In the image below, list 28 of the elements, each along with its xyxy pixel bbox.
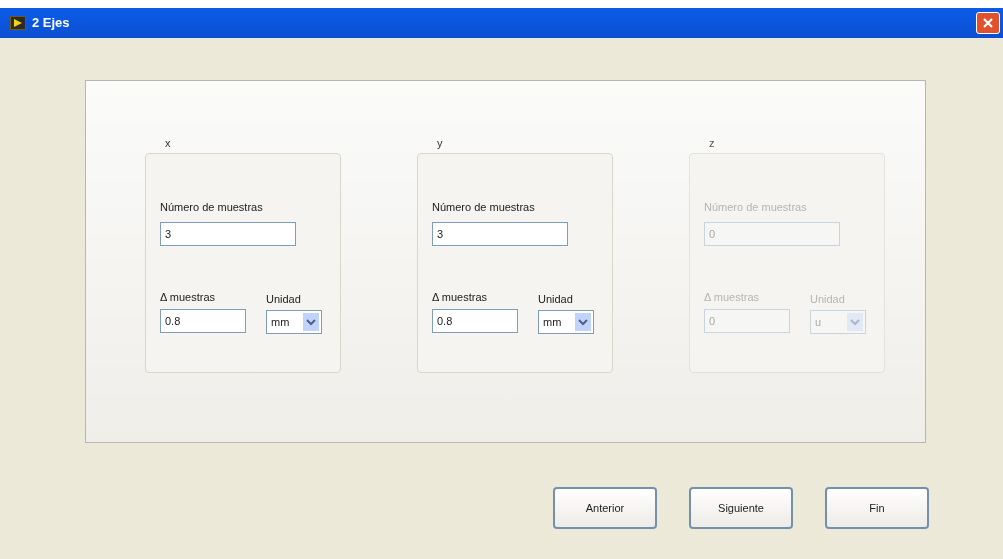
- field-label: Δ muestras: [704, 290, 761, 304]
- nav-button[interactable]: Anterior: [553, 487, 657, 529]
- group-label: x: [165, 136, 172, 151]
- input-field[interactable]: 3: [432, 222, 568, 246]
- group-label: z: [709, 136, 716, 151]
- field-label: Número de muestras: [160, 200, 264, 214]
- unit-dropdown[interactable]: mm: [538, 310, 594, 334]
- dropdown-value: mm: [543, 314, 562, 330]
- app-icon: [10, 16, 26, 30]
- field-label: Δ muestras: [160, 290, 217, 304]
- field-label: Unidad: [538, 292, 574, 306]
- unit-dropdown[interactable]: mm: [266, 310, 322, 334]
- dropdown-value: mm: [271, 314, 290, 330]
- input-field[interactable]: 3: [160, 222, 296, 246]
- field-label: Unidad: [810, 292, 846, 306]
- close-icon: [982, 17, 994, 29]
- nav-button[interactable]: Fin: [825, 487, 929, 529]
- window-title: 2 Ejes: [32, 14, 70, 33]
- input-field[interactable]: 0.8: [432, 309, 518, 333]
- dropdown-value: u: [815, 314, 822, 330]
- field-label: Δ muestras: [432, 290, 489, 304]
- close-button[interactable]: [976, 12, 1000, 34]
- field-label: Número de muestras: [432, 200, 536, 214]
- nav-button[interactable]: Siguiente: [689, 487, 793, 529]
- input-field[interactable]: 0.8: [160, 309, 246, 333]
- group-label: y: [437, 136, 444, 151]
- field-label: Unidad: [266, 292, 302, 306]
- field-label: Número de muestras: [704, 200, 808, 214]
